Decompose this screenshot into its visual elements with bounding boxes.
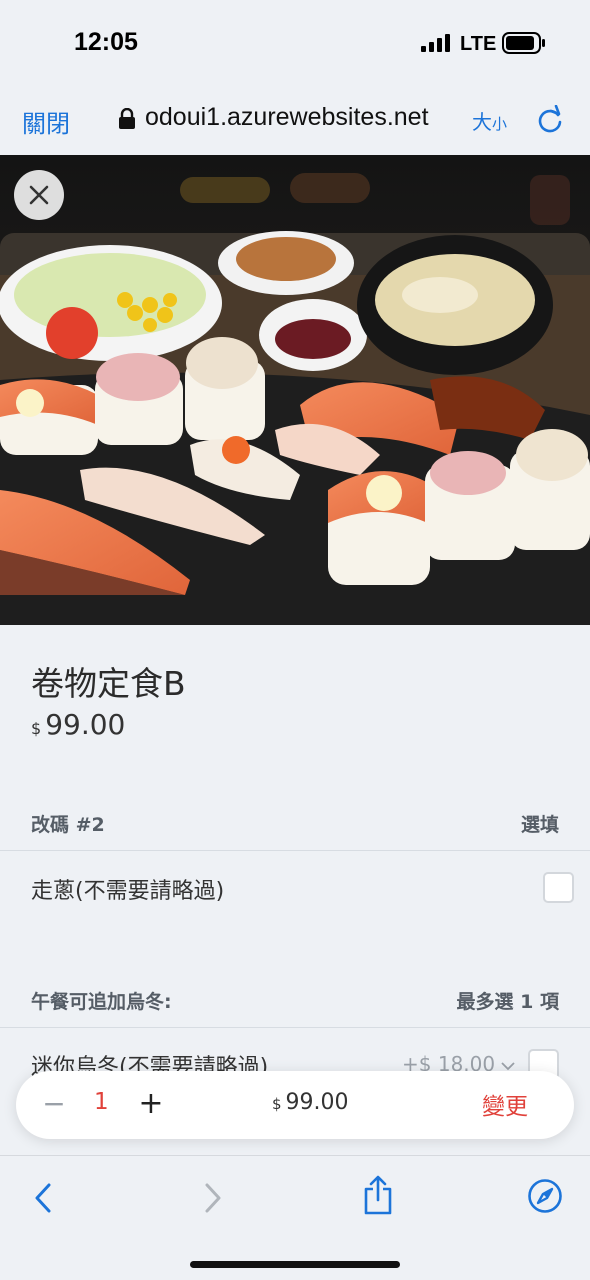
home-indicator <box>190 1261 400 1268</box>
quantity-decrease-button[interactable]: − <box>40 1085 68 1121</box>
text-size-small-label: 小 <box>492 115 508 133</box>
network-type: LTE <box>460 33 497 55</box>
product-title: 卷物定食B <box>31 664 186 703</box>
share-icon[interactable] <box>362 1174 394 1216</box>
quantity-value: 1 <box>94 1089 109 1115</box>
forward-icon[interactable] <box>202 1182 224 1214</box>
status-bar: 12:05 LTE <box>0 0 590 84</box>
cart-total: $99.00 <box>272 1090 349 1115</box>
cart-total-value: 99.00 <box>285 1090 349 1115</box>
option-group-header: 改碼 #2 選填 <box>31 810 559 837</box>
option-group-requirement: 最多選 1 項 <box>456 991 559 1013</box>
change-button[interactable]: 變更 <box>482 1087 528 1121</box>
text-size-big-label: 大 <box>472 110 492 134</box>
close-icon <box>29 185 49 205</box>
cart-bar: − 1 + $99.00 變更 <box>16 1071 574 1139</box>
currency-symbol: $ <box>272 1095 282 1113</box>
divider <box>0 1027 590 1028</box>
option-label: 走蔥(不需要請略過) <box>31 879 225 904</box>
quantity-increase-button[interactable]: + <box>136 1085 166 1121</box>
back-icon[interactable] <box>32 1182 54 1214</box>
product-photo <box>0 155 590 625</box>
lock-icon <box>119 108 135 129</box>
url-display[interactable]: odoui1.azurewebsites.net <box>145 103 429 132</box>
reload-icon[interactable] <box>536 105 564 135</box>
close-photo-button[interactable] <box>14 170 64 220</box>
chevron-down-icon <box>501 1062 516 1071</box>
compass-icon[interactable] <box>527 1178 563 1214</box>
option-row[interactable]: 走蔥(不需要請略過) <box>31 873 575 905</box>
browser-header: 關閉 odoui1.azurewebsites.net 大小 <box>0 84 590 155</box>
close-browser-button[interactable]: 關閉 <box>22 104 70 139</box>
status-time: 12:05 <box>74 28 138 56</box>
currency-symbol: $ <box>31 719 42 738</box>
sushi-platter-image <box>0 155 590 625</box>
divider <box>0 850 590 851</box>
option-group-title: 午餐可追加烏冬: <box>31 991 172 1013</box>
option-group-requirement: 選填 <box>520 814 559 836</box>
option-group-title: 改碼 #2 <box>31 814 105 836</box>
signal-icon <box>421 34 450 52</box>
product-price: $99.00 <box>31 708 125 741</box>
option-group-header: 午餐可追加烏冬: 最多選 1 項 <box>31 987 559 1014</box>
price-value: 99.00 <box>45 708 126 741</box>
text-size-button[interactable]: 大小 <box>472 106 507 135</box>
battery-icon <box>502 32 545 54</box>
option-checkbox[interactable] <box>543 872 574 903</box>
